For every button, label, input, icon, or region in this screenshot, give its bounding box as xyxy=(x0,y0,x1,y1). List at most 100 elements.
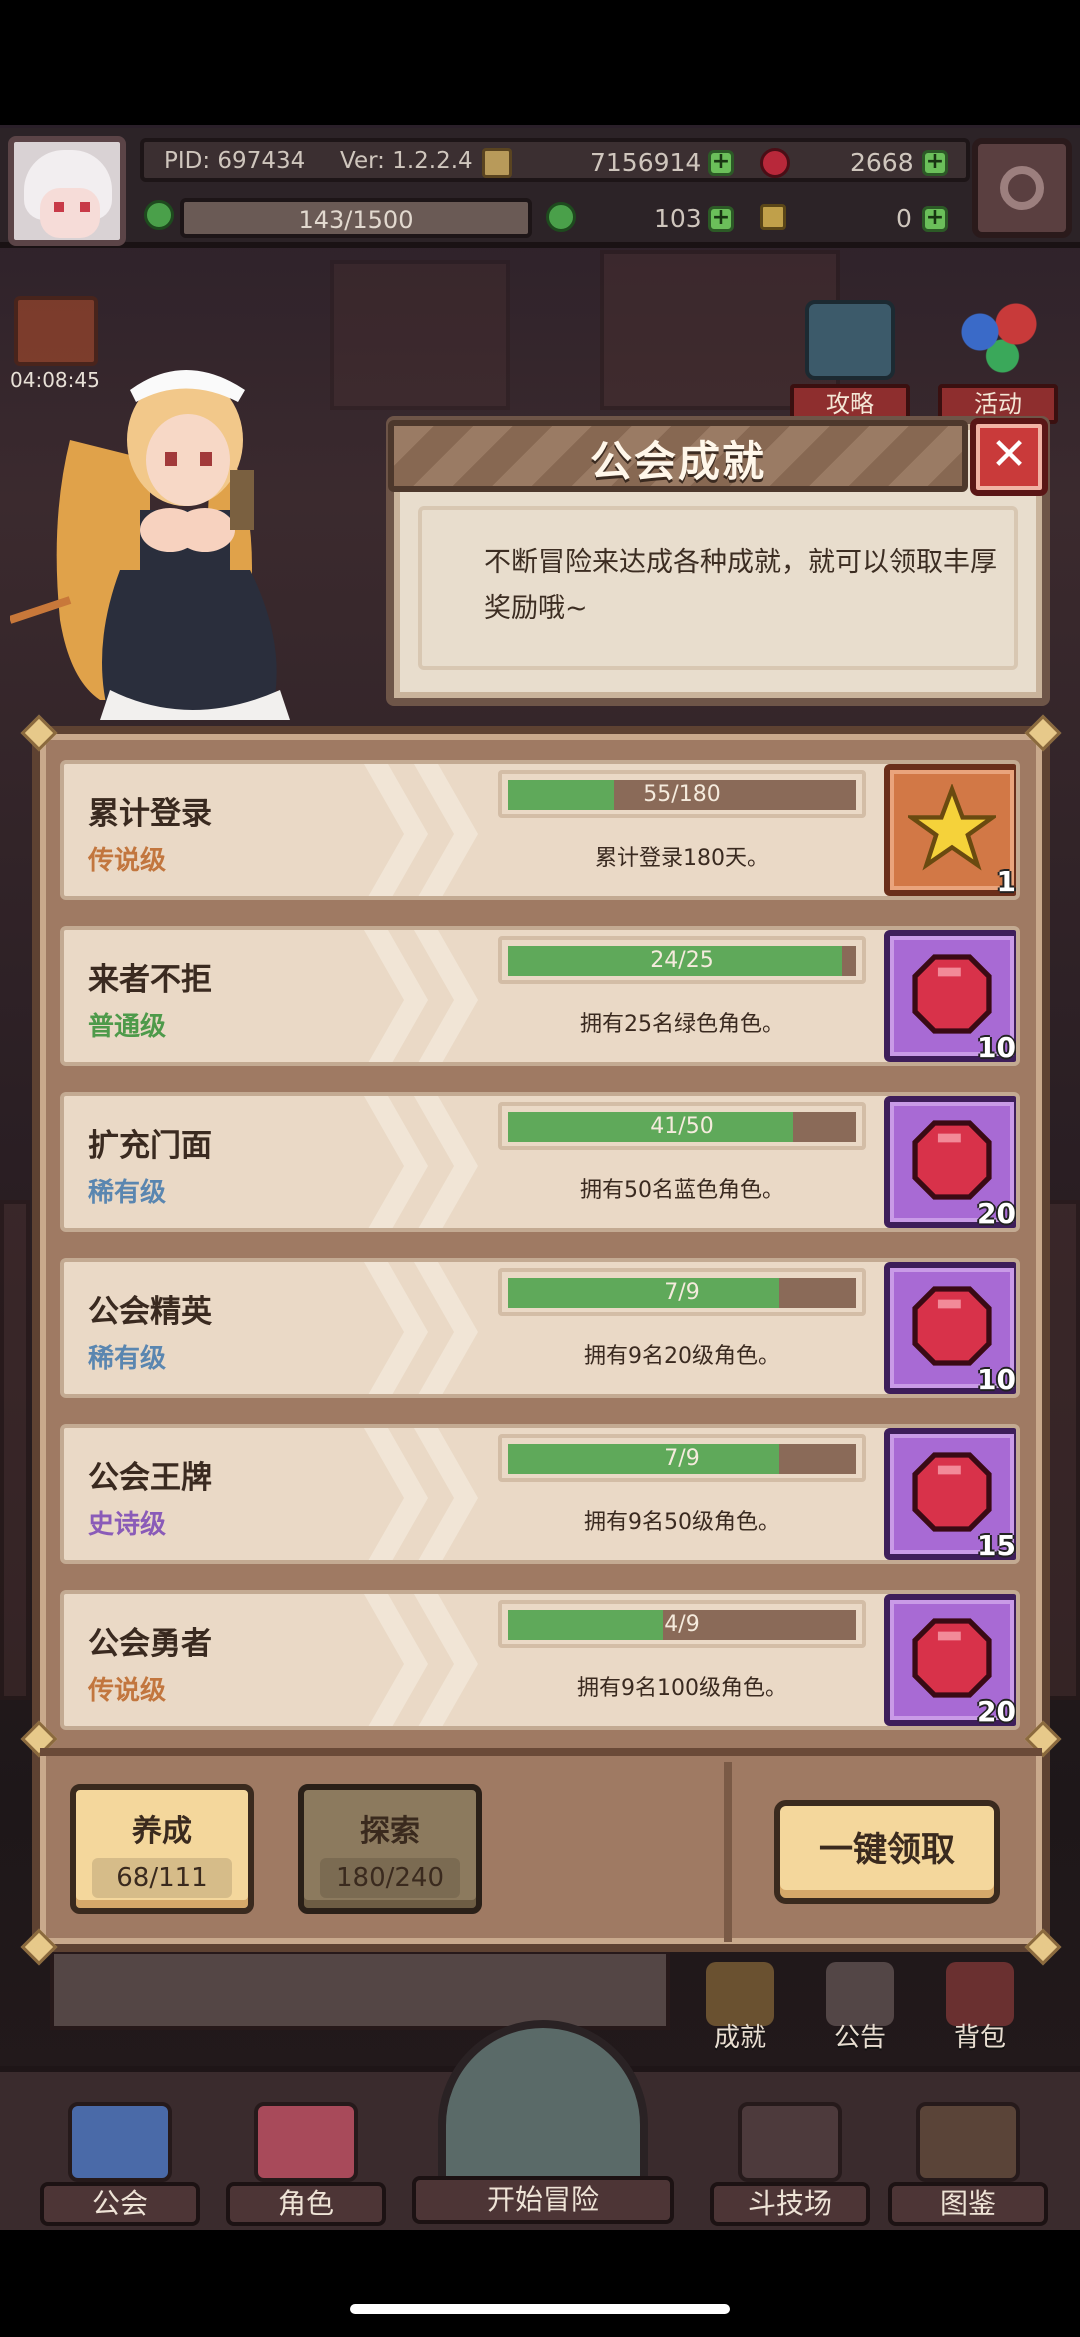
tab-explore-label: 探索 xyxy=(360,1814,420,1849)
reward-button[interactable]: 10 xyxy=(884,930,1016,1064)
dialog-description: 不断冒险来达成各种成就，就可以领取丰厚奖励哦~ xyxy=(484,547,997,624)
start-adventure-label: 开始冒险 xyxy=(412,2176,674,2224)
top-hud: PID: 697434 Ver: 1.2.2.4 7156914 + 2668 … xyxy=(0,128,1080,248)
achievement-name: 公会王牌 xyxy=(88,1460,212,1496)
tab-explore[interactable]: 探索 180/240 xyxy=(298,1784,482,1914)
achievement-shortcut-label: 成就 xyxy=(713,2023,766,2053)
reward-count: 10 xyxy=(977,1031,1016,1064)
achievement-name: 公会精英 xyxy=(88,1294,212,1330)
achievement-name: 扩充门面 xyxy=(88,1128,212,1164)
reward-count: 20 xyxy=(977,1695,1016,1728)
tab-cultivate-label: 养成 xyxy=(132,1814,192,1849)
achievement-card: 公会勇者传说级 4/9 拥有9名100级角色。 20 xyxy=(60,1590,1020,1730)
star-icon xyxy=(908,784,996,871)
add-clover-button[interactable]: + xyxy=(708,206,734,232)
nav-guild[interactable]: 公会 xyxy=(40,2102,200,2226)
gold-coin-icon xyxy=(482,148,512,178)
ruby-gem-icon xyxy=(912,1286,992,1366)
home-indicator[interactable] xyxy=(350,2304,730,2314)
achievement-goal: 拥有9名100级角色。 xyxy=(577,1676,787,1701)
nav-character[interactable]: 角色 xyxy=(226,2102,386,2226)
achievement-goal: 拥有9名50级角色。 xyxy=(584,1510,780,1535)
maid-character-art xyxy=(10,370,290,720)
add-gold-button[interactable]: + xyxy=(708,150,734,176)
chat-bubble-icon xyxy=(805,300,895,380)
achievement-name: 公会勇者 xyxy=(88,1626,212,1662)
chevron-decoration xyxy=(414,1594,478,1726)
add-gem-button[interactable]: + xyxy=(922,150,948,176)
ruby-gem-icon xyxy=(912,1120,992,1200)
guild-house-icon xyxy=(68,2102,172,2182)
reward-count: 10 xyxy=(977,1363,1016,1396)
progress-text: 41/50 xyxy=(650,1114,714,1139)
nav-codex-label: 图鉴 xyxy=(888,2182,1048,2226)
book-icon xyxy=(916,2102,1020,2182)
gem-amount: 2668 xyxy=(850,148,914,177)
gear-icon xyxy=(1000,166,1044,210)
add-key-button[interactable]: + xyxy=(922,206,948,232)
chevron-decoration xyxy=(414,764,478,896)
progress-text: 7/9 xyxy=(664,1446,700,1471)
tab-cultivate[interactable]: 养成 68/111 xyxy=(70,1784,254,1914)
nav-arena[interactable]: 斗技场 xyxy=(710,2102,870,2226)
achievement-tier: 传说级 xyxy=(88,1676,167,1706)
bag-button[interactable]: 背包 xyxy=(920,1956,1040,2056)
crossed-swords-icon xyxy=(738,2102,842,2182)
achievement-goal: 累计登录180天。 xyxy=(595,846,769,871)
achievement-name: 来者不拒 xyxy=(88,962,212,998)
achievement-goal: 拥有50名蓝色角色。 xyxy=(580,1178,784,1203)
ruby-icon xyxy=(760,148,790,178)
nav-guild-label: 公会 xyxy=(40,2182,200,2226)
notice-button[interactable]: 公告 xyxy=(800,1956,920,2056)
achievement-tier: 稀有级 xyxy=(88,1178,167,1208)
achievement-card: 公会王牌史诗级 7/9 拥有9名50级角色。 15 xyxy=(60,1424,1020,1564)
close-button[interactable]: ✕ xyxy=(970,418,1048,496)
gold-amount: 7156914 xyxy=(590,148,702,177)
reward-button[interactable]: 1 xyxy=(884,764,1016,898)
progress-text: 55/180 xyxy=(643,782,721,807)
progress-text: 7/9 xyxy=(664,1280,700,1305)
chevron-decoration xyxy=(414,1096,478,1228)
player-avatar[interactable] xyxy=(8,136,126,246)
nav-arena-label: 斗技场 xyxy=(710,2182,870,2226)
exp-text: 143/1500 xyxy=(298,206,414,234)
chevron-decoration xyxy=(414,930,478,1062)
event-button[interactable]: 活动 xyxy=(938,300,1058,424)
achievement-goal: 拥有25名绿色角色。 xyxy=(580,1012,784,1037)
exp-bar: 143/1500 xyxy=(180,198,532,238)
settings-button[interactable] xyxy=(972,138,1072,238)
panel-separator xyxy=(40,1748,1042,1756)
start-adventure-button[interactable]: 开始冒险 xyxy=(412,2020,674,2230)
achievement-shortcut-button[interactable]: 成就 xyxy=(680,1956,800,2056)
progress-bar: 7/9 xyxy=(498,1434,866,1482)
reward-button[interactable]: 20 xyxy=(884,1594,1016,1728)
reward-button[interactable]: 15 xyxy=(884,1428,1016,1560)
achievement-card: 来者不拒普通级 24/25 拥有25名绿色角色。 10 xyxy=(60,926,1020,1066)
achievement-tier: 传说级 xyxy=(88,846,167,876)
achievement-name: 累计登录 xyxy=(88,796,212,832)
reward-count: 1 xyxy=(996,865,1016,898)
character-face-icon xyxy=(254,2102,358,2182)
progress-bar: 7/9 xyxy=(498,1268,866,1316)
pid-label: PID: 697434 xyxy=(164,148,306,174)
clover-amount: 103 xyxy=(654,204,702,233)
reward-button[interactable]: 10 xyxy=(884,1262,1016,1396)
progress-bar: 55/180 xyxy=(498,770,866,818)
achievement-tier: 普通级 xyxy=(88,1012,167,1042)
guide-button[interactable]: 攻略 xyxy=(790,300,910,424)
achievement-tier: 史诗级 xyxy=(88,1510,167,1540)
claim-all-button[interactable]: 一键领取 xyxy=(774,1800,1000,1904)
reward-button[interactable]: 20 xyxy=(884,1096,1016,1228)
ruby-gem-icon xyxy=(912,1452,992,1532)
clover-currency-icon xyxy=(546,202,576,232)
balloons-icon xyxy=(953,300,1043,380)
key-amount: 0 xyxy=(896,204,912,233)
progress-bar: 4/9 xyxy=(498,1600,866,1648)
progress-text: 24/25 xyxy=(650,948,714,973)
achievement-card: 扩充门面稀有级 41/50 拥有50名蓝色角色。 20 xyxy=(60,1092,1020,1232)
chevron-decoration xyxy=(414,1262,478,1394)
ruby-gem-icon xyxy=(912,1618,992,1698)
progress-bar: 41/50 xyxy=(498,1102,866,1150)
magnifier-icon xyxy=(438,2020,648,2190)
nav-codex[interactable]: 图鉴 xyxy=(888,2102,1048,2226)
